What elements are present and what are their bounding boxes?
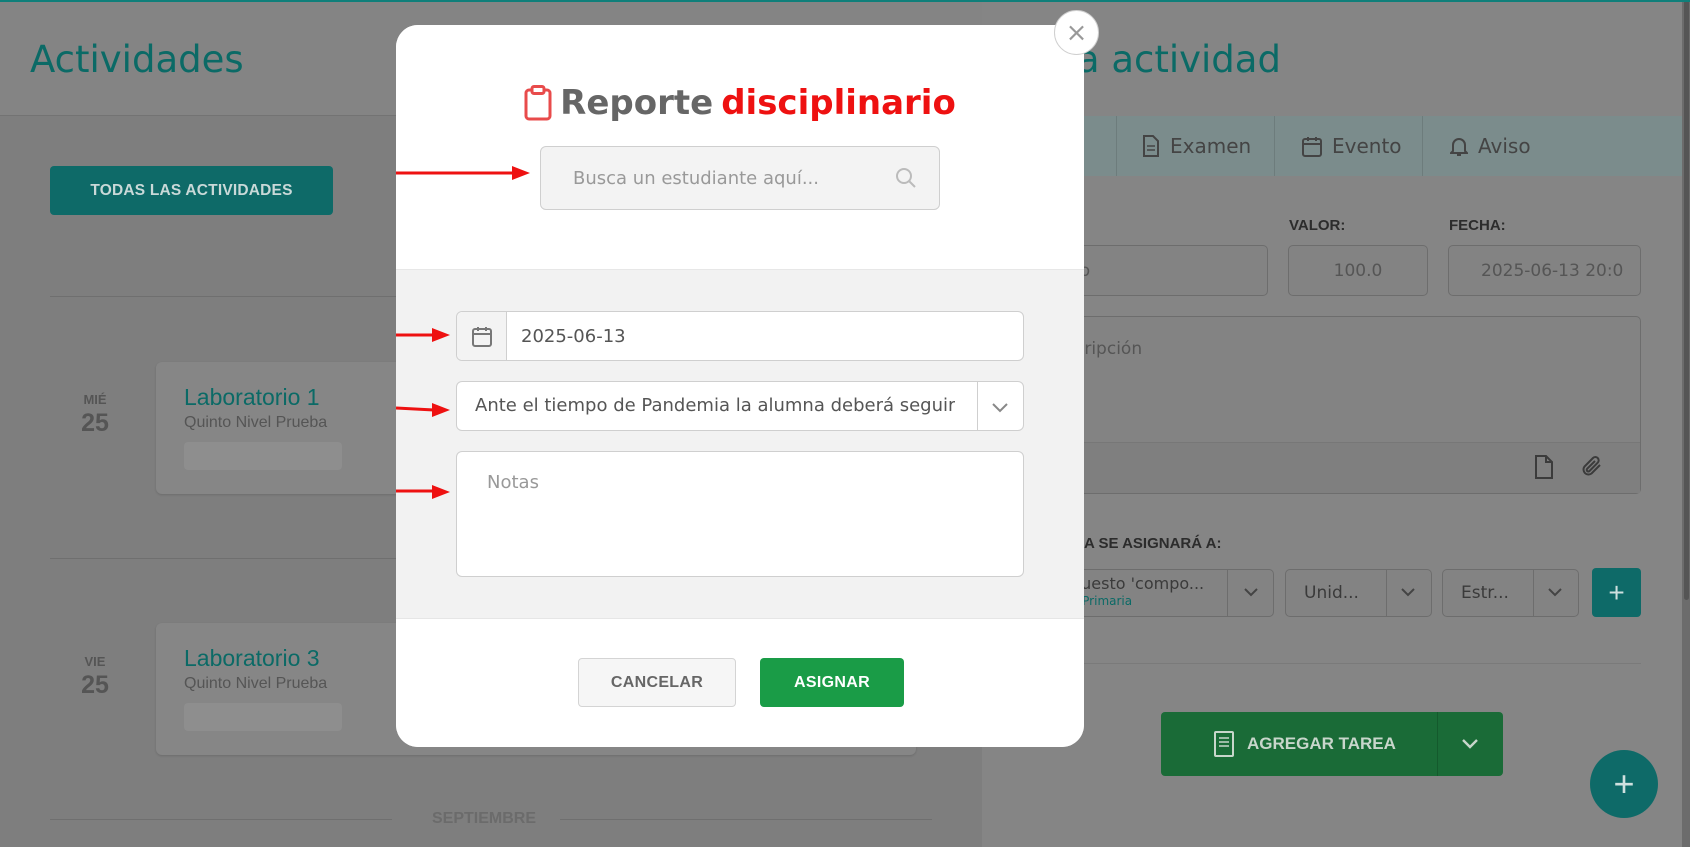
chevron-down-icon: [1244, 588, 1258, 597]
modal-title-part1: Reporte: [560, 83, 714, 123]
calendar-button[interactable]: [457, 312, 507, 360]
reason-select[interactable]: Ante el tiempo de Pandemia la alumna deb…: [456, 381, 1024, 431]
disciplinary-report-modal: Reporte disciplinario Ante el tiempo de …: [396, 25, 1084, 747]
tab-exam-label: Examen: [1170, 134, 1252, 158]
activity-subtitle: Quinto Nivel Prueba: [184, 414, 328, 431]
date-field-label: FECHA:: [1449, 217, 1506, 234]
value-field-value: 100.0: [1333, 260, 1383, 281]
description-placeholder: cripción: [1075, 339, 1143, 359]
activity-day-number: 25: [81, 409, 109, 437]
strategy-select[interactable]: Estr...: [1442, 569, 1579, 617]
clipboard-icon: [524, 85, 552, 121]
search-icon: [896, 168, 916, 188]
activities-title: Actividades: [30, 38, 244, 81]
assign-button[interactable]: ASIGNAR: [760, 658, 904, 707]
book-icon: [1214, 731, 1234, 757]
floating-add-button[interactable]: +: [1590, 750, 1658, 818]
scrollbar-thumb[interactable]: [1684, 0, 1689, 600]
tab-event[interactable]: Evento: [1302, 116, 1402, 176]
tab-separator: [1274, 116, 1275, 176]
cancel-button[interactable]: CANCELAR: [578, 658, 736, 707]
assign-to-label: EA SE ASIGNARÁ A:: [1074, 535, 1222, 552]
date-field-value: 2025-06-13 20:0: [1481, 260, 1624, 281]
annotation-arrow: [396, 328, 450, 342]
activity-title[interactable]: Laboratorio 3: [184, 645, 320, 672]
top-accent-line: [0, 0, 1690, 2]
select-divider: [977, 382, 978, 430]
tab-separator: [1116, 116, 1117, 176]
all-activities-button[interactable]: TODAS LAS ACTIVIDADES: [50, 166, 333, 215]
tab-event-label: Evento: [1332, 134, 1402, 158]
assign-select-value: puesto 'compo...: [1071, 574, 1205, 593]
modal-footer: [396, 619, 1084, 747]
calendar-icon: [471, 326, 492, 347]
chevron-down-icon: [1548, 588, 1562, 597]
month-divider-label: SEPTIEMBRE: [432, 810, 537, 827]
bell-icon: [1450, 137, 1468, 156]
split-divider: [1437, 712, 1438, 776]
report-date-field[interactable]: [456, 311, 1024, 361]
divider: [560, 819, 932, 820]
tab-notice-label: Aviso: [1478, 134, 1531, 158]
value-field-label: VALOR:: [1289, 217, 1346, 234]
modal-title-part2: disciplinario: [721, 83, 956, 123]
document-icon: [1143, 135, 1159, 157]
report-date-input[interactable]: [507, 312, 1007, 360]
chevron-down-icon[interactable]: [989, 396, 1011, 418]
unit-select[interactable]: Unid...: [1285, 569, 1432, 617]
student-search[interactable]: [540, 146, 940, 210]
activity-date: MIÉ 25: [50, 392, 140, 438]
calendar-icon: [1302, 136, 1322, 157]
activity-date: VIE 25: [50, 654, 140, 700]
add-assignment-button[interactable]: +: [1592, 568, 1641, 617]
close-icon: ×: [1065, 17, 1088, 48]
close-modal-button[interactable]: ×: [1054, 10, 1099, 55]
paperclip-icon[interactable]: [1581, 454, 1605, 480]
tab-separator: [1422, 116, 1423, 176]
reason-select-value: Ante el tiempo de Pandemia la alumna deb…: [475, 395, 955, 416]
tab-notice[interactable]: Aviso: [1450, 116, 1531, 176]
divider: [1030, 663, 1641, 664]
activity-weekday: VIE: [84, 654, 106, 669]
modal-title: Reporte disciplinario: [396, 83, 1084, 123]
annotation-arrow: [396, 403, 450, 417]
strategy-select-value: Estr...: [1461, 583, 1509, 603]
activity-subtitle: Quinto Nivel Prueba: [184, 675, 328, 692]
annotation-arrow: [396, 485, 450, 499]
chevron-down-icon: [1401, 588, 1415, 597]
select-divider: [1227, 570, 1228, 616]
divider: [50, 819, 392, 820]
activity-day-number: 25: [81, 671, 109, 699]
select-divider: [1533, 570, 1534, 616]
plus-icon: +: [1613, 763, 1635, 804]
activity-weekday: MIÉ: [83, 392, 107, 407]
plus-icon: +: [1608, 576, 1625, 608]
notes-field[interactable]: [456, 451, 1024, 577]
value-field[interactable]: 100.0: [1288, 245, 1428, 296]
student-search-input[interactable]: [573, 167, 873, 189]
date-field[interactable]: 2025-06-13 20:0: [1448, 245, 1641, 296]
activity-badge: [184, 442, 342, 470]
modal-header: Reporte disciplinario: [396, 25, 1084, 270]
unit-select-value: Unid...: [1304, 583, 1359, 603]
add-task-button[interactable]: AGREGAR TAREA: [1161, 712, 1503, 776]
tab-exam[interactable]: Examen: [1142, 116, 1251, 176]
file-icon[interactable]: [1534, 455, 1554, 479]
select-divider: [1386, 570, 1387, 616]
chevron-down-icon[interactable]: [1461, 738, 1479, 750]
activity-title[interactable]: Laboratorio 1: [184, 384, 320, 411]
annotation-arrow: [396, 166, 530, 180]
add-task-label: AGREGAR TAREA: [1247, 734, 1396, 753]
activity-badge: [184, 703, 342, 731]
notes-textarea[interactable]: [457, 452, 1023, 576]
